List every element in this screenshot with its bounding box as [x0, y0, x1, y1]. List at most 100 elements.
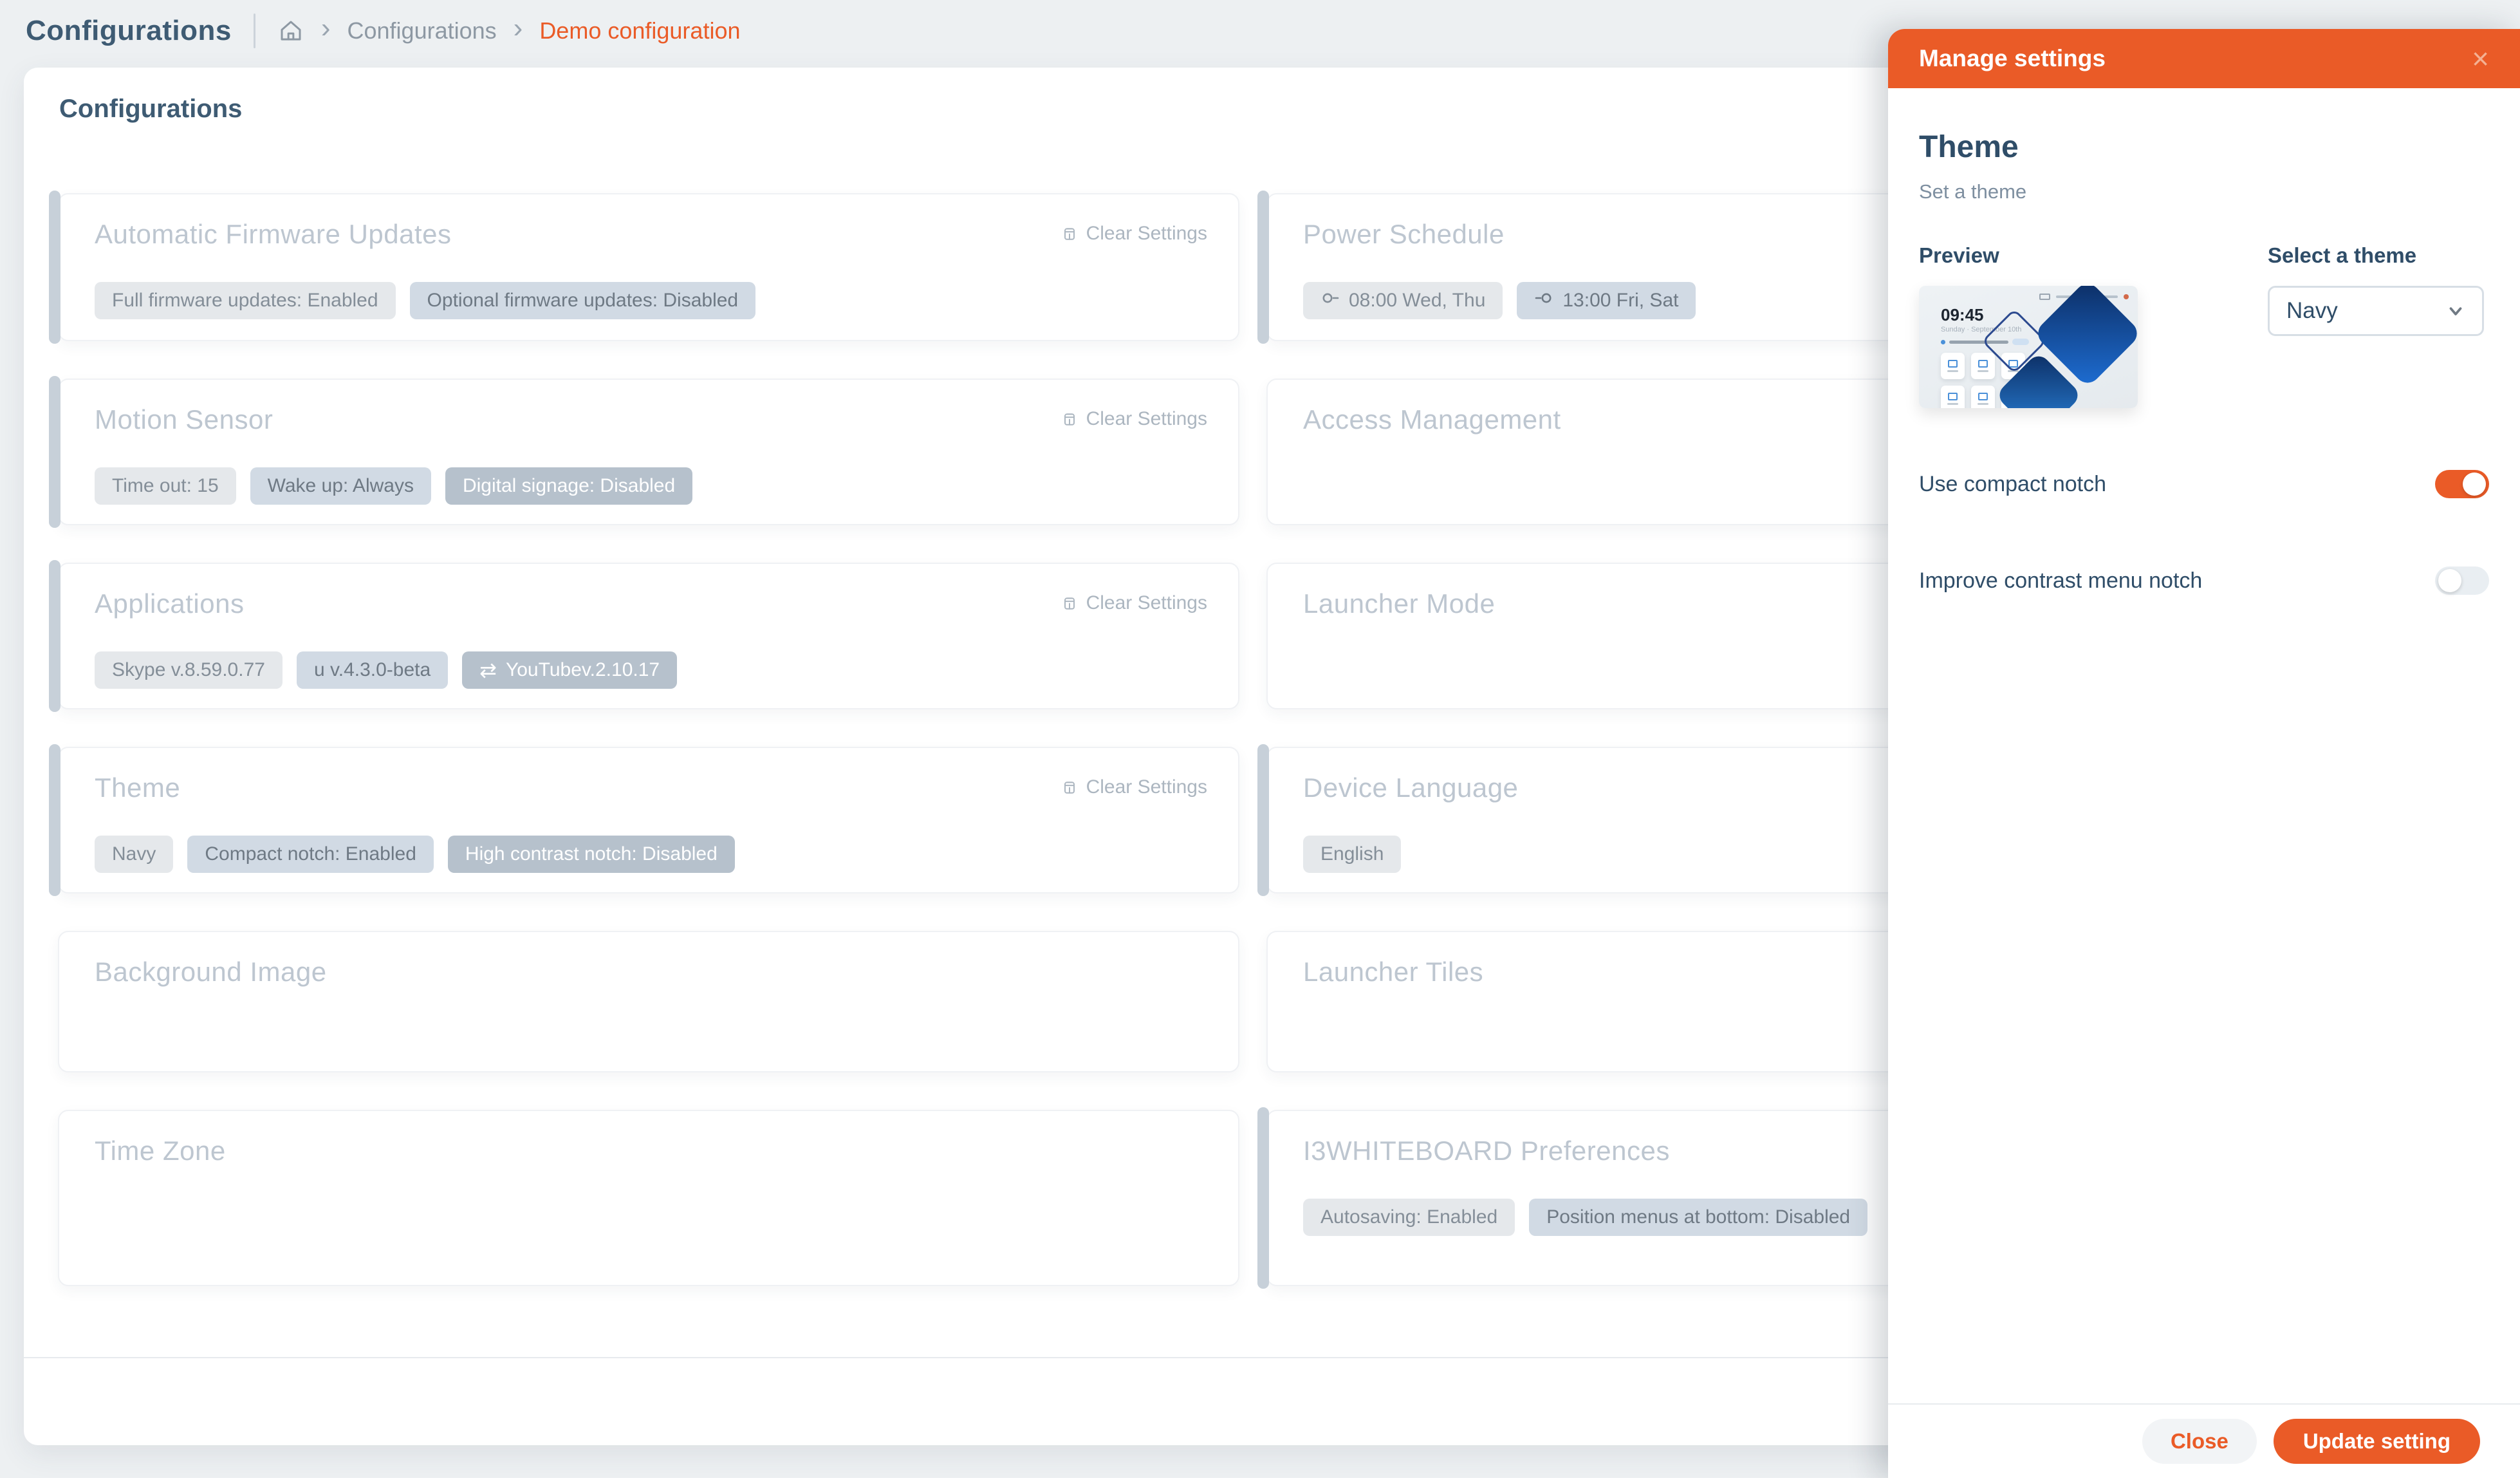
card-accent-stripe	[1257, 744, 1269, 896]
setting-tag: Optional firmware updates: Disabled	[410, 282, 756, 319]
drawer-title: Manage settings	[1919, 45, 2106, 72]
setting-tag: Autosaving: Enabled	[1303, 1199, 1515, 1236]
breadcrumb-item-configurations[interactable]: Configurations	[347, 17, 497, 44]
preview-logo-shapes	[1990, 286, 2138, 408]
card-title: Time Zone	[95, 1136, 1206, 1166]
setting-tag-label: Optional firmware updates: Disabled	[427, 290, 739, 312]
setting-tag: 13:00 Fri, Sat	[1517, 282, 1696, 319]
setting-tag-label: Digital signage: Disabled	[463, 475, 675, 497]
card-accent-stripe	[49, 560, 60, 712]
setting-tag: Position menus at bottom: Disabled	[1529, 1199, 1867, 1236]
toggle-switch[interactable]	[2435, 566, 2489, 595]
toggle-list: Use compact notch Improve contrast menu n…	[1919, 470, 2489, 595]
page-title: Configurations	[26, 15, 232, 47]
toggle-switch[interactable]	[2435, 470, 2489, 498]
trash-icon	[1061, 778, 1079, 796]
clear-settings-label: Clear Settings	[1086, 223, 1207, 245]
card-title: Theme	[95, 772, 1206, 803]
setting-tag: Time out: 15	[95, 467, 236, 505]
toggle-label: Use compact notch	[1919, 472, 2106, 497]
chevron-right-icon: ›	[514, 14, 523, 48]
preview-label: Preview	[1919, 243, 2138, 268]
clear-settings-button[interactable]: Clear Settings	[1061, 223, 1207, 245]
chevron-right-icon: ›	[321, 14, 331, 48]
card-accent-stripe	[49, 191, 60, 344]
toggle-knob	[2438, 569, 2461, 592]
chevron-down-icon	[2446, 301, 2465, 321]
theme-section-subtitle: Set a theme	[1919, 180, 2489, 203]
card-accent-stripe	[49, 376, 60, 528]
config-card[interactable]: Background Image	[58, 931, 1239, 1072]
drawer-header: Manage settings ×	[1888, 29, 2520, 88]
power-off-icon	[1534, 288, 1553, 313]
setting-tag-label: 08:00 Wed, Thu	[1349, 290, 1485, 312]
setting-tag: High contrast notch: Disabled	[448, 836, 735, 873]
setting-tag: Compact notch: Enabled	[187, 836, 434, 873]
clear-settings-button[interactable]: Clear Settings	[1061, 776, 1207, 798]
setting-tag-label: English	[1320, 843, 1384, 865]
setting-tag-label: High contrast notch: Disabled	[465, 843, 718, 865]
setting-tag-label: u v.4.3.0-beta	[314, 659, 431, 681]
toggle-knob	[2463, 472, 2486, 496]
drawer-footer: Close Update setting	[1888, 1403, 2520, 1478]
theme-preview-image: 09:45 Sunday · September 10th	[1919, 286, 2138, 408]
setting-tags: Skype v.8.59.0.77 u v.4.3.0-beta ⇄ YouTubev…	[95, 651, 1206, 689]
clear-settings-label: Clear Settings	[1086, 592, 1207, 614]
swap-icon: ⇄	[479, 658, 497, 682]
clear-settings-label: Clear Settings	[1086, 776, 1207, 798]
card-accent-stripe	[1257, 191, 1269, 344]
close-icon[interactable]: ×	[2472, 44, 2489, 73]
theme-select-value: Navy	[2286, 298, 2338, 324]
trash-icon	[1061, 225, 1079, 243]
config-card[interactable]: Automatic Firmware UpdatesClear Settings…	[58, 193, 1239, 341]
setting-tags: Time out: 15 Wake up: Always Digital signa…	[95, 467, 1206, 505]
panel-title: Configurations	[59, 95, 242, 124]
close-button[interactable]: Close	[2142, 1419, 2257, 1464]
clear-settings-label: Clear Settings	[1086, 408, 1207, 430]
breadcrumb-divider	[254, 14, 255, 48]
setting-tag: u v.4.3.0-beta	[297, 651, 448, 689]
setting-tag-label: Wake up: Always	[268, 475, 414, 497]
setting-tag: Skype v.8.59.0.77	[95, 651, 283, 689]
config-card[interactable]: Motion SensorClear Settings Time out: 15 W…	[58, 379, 1239, 525]
config-card[interactable]: Time Zone	[58, 1110, 1239, 1286]
setting-tag-label: Compact notch: Enabled	[205, 843, 416, 865]
update-setting-button[interactable]: Update setting	[2274, 1419, 2480, 1464]
config-card[interactable]: ThemeClear Settings Navy Compact notch: En…	[58, 747, 1239, 893]
preview-clock: 09:45	[1941, 305, 1984, 325]
theme-section-title: Theme	[1919, 129, 2489, 165]
setting-tag-label: YouTubev.2.10.17	[506, 659, 660, 681]
clear-settings-button[interactable]: Clear Settings	[1061, 408, 1207, 430]
toggle-label: Improve contrast menu notch	[1919, 568, 2202, 594]
theme-select[interactable]: Navy	[2268, 286, 2484, 336]
setting-tag-label: Autosaving: Enabled	[1320, 1206, 1497, 1228]
power-on-icon	[1320, 288, 1340, 313]
trash-icon	[1061, 594, 1079, 612]
trash-icon	[1061, 410, 1079, 428]
setting-tag: Wake up: Always	[250, 467, 431, 505]
config-card[interactable]: ApplicationsClear Settings Skype v.8.59.0…	[58, 563, 1239, 709]
setting-tag: ⇄ YouTubev.2.10.17	[462, 651, 677, 689]
card-accent-stripe	[49, 744, 60, 896]
setting-tags: Navy Compact notch: Enabled High contrast …	[95, 836, 1206, 873]
card-title: Applications	[95, 588, 1206, 619]
setting-tag: Navy	[95, 836, 173, 873]
card-title: Background Image	[95, 957, 1206, 987]
setting-tag-label: Full firmware updates: Enabled	[112, 290, 378, 312]
card-title: Automatic Firmware Updates	[95, 219, 1206, 250]
home-icon[interactable]	[277, 17, 304, 44]
card-accent-stripe	[1257, 1107, 1269, 1289]
setting-tag-label: 13:00 Fri, Sat	[1562, 290, 1678, 312]
setting-tags: Full firmware updates: Enabled Optional f…	[95, 282, 1206, 319]
setting-tag-label: Skype v.8.59.0.77	[112, 659, 265, 681]
clear-settings-button[interactable]: Clear Settings	[1061, 592, 1207, 614]
toggle-row: Improve contrast menu notch	[1919, 566, 2489, 595]
manage-settings-drawer: Manage settings × Theme Set a theme Prev…	[1888, 29, 2520, 1478]
card-title: Motion Sensor	[95, 404, 1206, 435]
setting-tag: Full firmware updates: Enabled	[95, 282, 396, 319]
setting-tag: Digital signage: Disabled	[445, 467, 692, 505]
breadcrumb-item-current: Demo configuration	[539, 17, 740, 44]
toggle-row: Use compact notch	[1919, 470, 2489, 498]
setting-tag-label: Navy	[112, 843, 156, 865]
setting-tag: English	[1303, 836, 1401, 873]
